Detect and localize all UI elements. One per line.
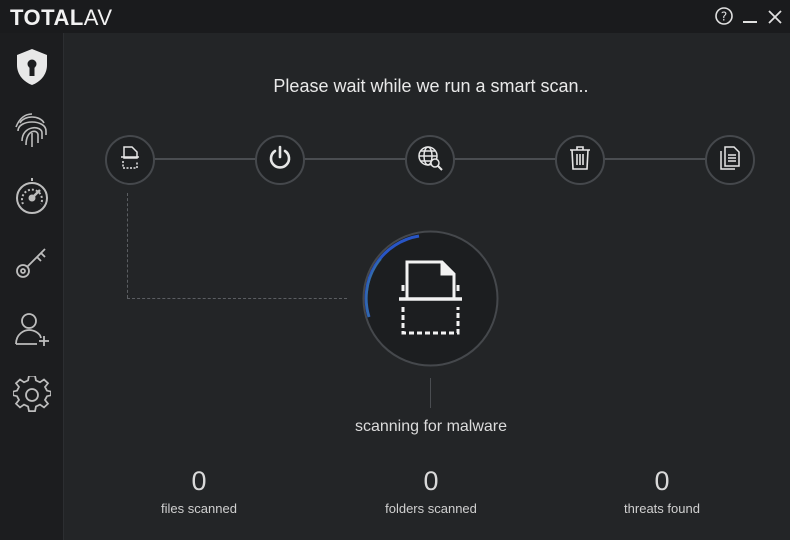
brand-light: AV — [83, 5, 113, 30]
scan-status: scanning for malware — [354, 418, 508, 435]
step-junk-cleaner[interactable] — [555, 135, 605, 185]
key-icon — [13, 243, 51, 286]
sidebar-item-add-user[interactable] — [0, 303, 63, 359]
app-logo: TOTALAV — [10, 5, 113, 31]
step-web-protection[interactable] — [405, 135, 455, 185]
shield-lock-icon — [13, 47, 51, 92]
threats-found-label: threats found — [624, 501, 700, 516]
speedometer-icon — [13, 177, 51, 221]
ring-connector — [430, 378, 431, 408]
svg-text:?: ? — [721, 10, 727, 24]
step-file-scan[interactable] — [105, 135, 155, 185]
minimize-icon[interactable] — [740, 6, 760, 31]
step-report[interactable] — [705, 135, 755, 185]
brand-bold: TOTAL — [10, 5, 84, 30]
files-scanned-label: files scanned — [161, 501, 237, 516]
globe-search-icon — [416, 144, 444, 177]
folders-scanned-label: folders scanned — [385, 501, 477, 516]
gear-icon — [11, 374, 52, 419]
fingerprint-icon — [14, 111, 50, 154]
step-connector — [603, 158, 708, 160]
scan-progress-ring — [361, 229, 500, 368]
files-scanned-count: 0 — [191, 466, 207, 496]
folders-scanned-count: 0 — [423, 466, 439, 496]
progress-guide-vertical — [127, 193, 128, 298]
stat-files-scanned: 0 files scanned — [99, 466, 299, 516]
threats-found-count: 0 — [654, 466, 670, 496]
close-icon[interactable] — [765, 6, 785, 31]
sidebar-item-fingerprint[interactable] — [0, 104, 63, 160]
scan-heading: Please wait while we run a smart scan.. — [273, 76, 589, 96]
add-user-icon — [13, 310, 51, 353]
trash-icon — [568, 145, 592, 176]
scan-panel: Please wait while we run a smart scan.. — [64, 33, 790, 540]
sidebar — [0, 33, 64, 540]
stat-folders-scanned: 0 folders scanned — [331, 466, 531, 516]
step-connector — [153, 158, 258, 160]
stat-threats-found: 0 threats found — [562, 466, 762, 516]
step-connector — [453, 158, 558, 160]
progress-guide-horizontal — [127, 298, 347, 299]
file-scan-icon — [118, 145, 142, 176]
step-connector — [303, 158, 408, 160]
title-bar: TOTALAV ? — [0, 0, 790, 33]
sidebar-item-settings[interactable] — [0, 369, 63, 425]
sidebar-item-protection[interactable] — [0, 41, 63, 97]
help-icon[interactable]: ? — [714, 6, 734, 31]
sidebar-item-passwords[interactable] — [0, 236, 63, 292]
documents-icon — [718, 145, 742, 176]
sidebar-item-performance[interactable] — [0, 171, 63, 227]
power-icon — [267, 145, 293, 176]
step-startup[interactable] — [255, 135, 305, 185]
